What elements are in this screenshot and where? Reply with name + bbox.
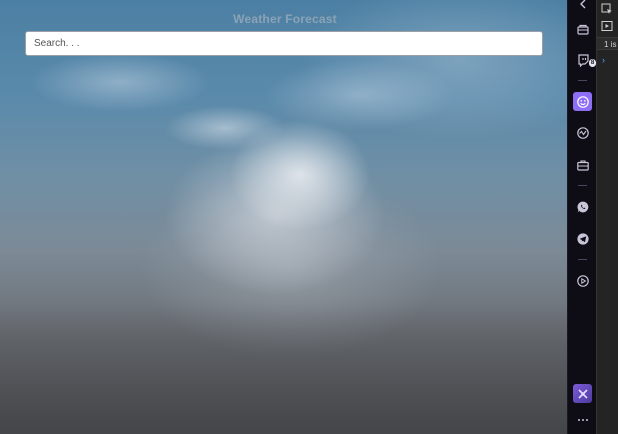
devtools-panel: 1 is › [596,0,618,434]
chevron-right-icon[interactable]: › [602,55,605,65]
bag-icon[interactable] [573,19,592,38]
weather-background: Weather Forecast [0,0,567,434]
more-icon[interactable] [573,410,592,429]
devtools-tab[interactable]: 1 is [597,37,618,50]
chevron-left-icon[interactable] [573,0,592,13]
whatsapp-icon[interactable] [573,197,592,216]
browser-sidebar: 8 [567,0,597,434]
inspect-icon[interactable] [601,2,613,14]
telegram-icon[interactable] [573,229,592,248]
search-input[interactable] [25,31,543,56]
page-title: Weather Forecast [233,12,337,26]
radar-icon[interactable] [573,123,592,142]
sidebar-divider [578,80,587,81]
play-circle-icon[interactable] [573,271,592,290]
briefcase-icon[interactable] [573,155,592,174]
smiley-icon[interactable] [573,92,592,111]
extension-icon[interactable] [573,384,592,403]
twitch-icon[interactable]: 8 [573,50,596,69]
sidebar-divider [578,185,587,186]
device-toolbar-icon[interactable] [601,19,613,31]
notification-badge: 8 [589,59,596,67]
sidebar-divider [578,259,587,260]
